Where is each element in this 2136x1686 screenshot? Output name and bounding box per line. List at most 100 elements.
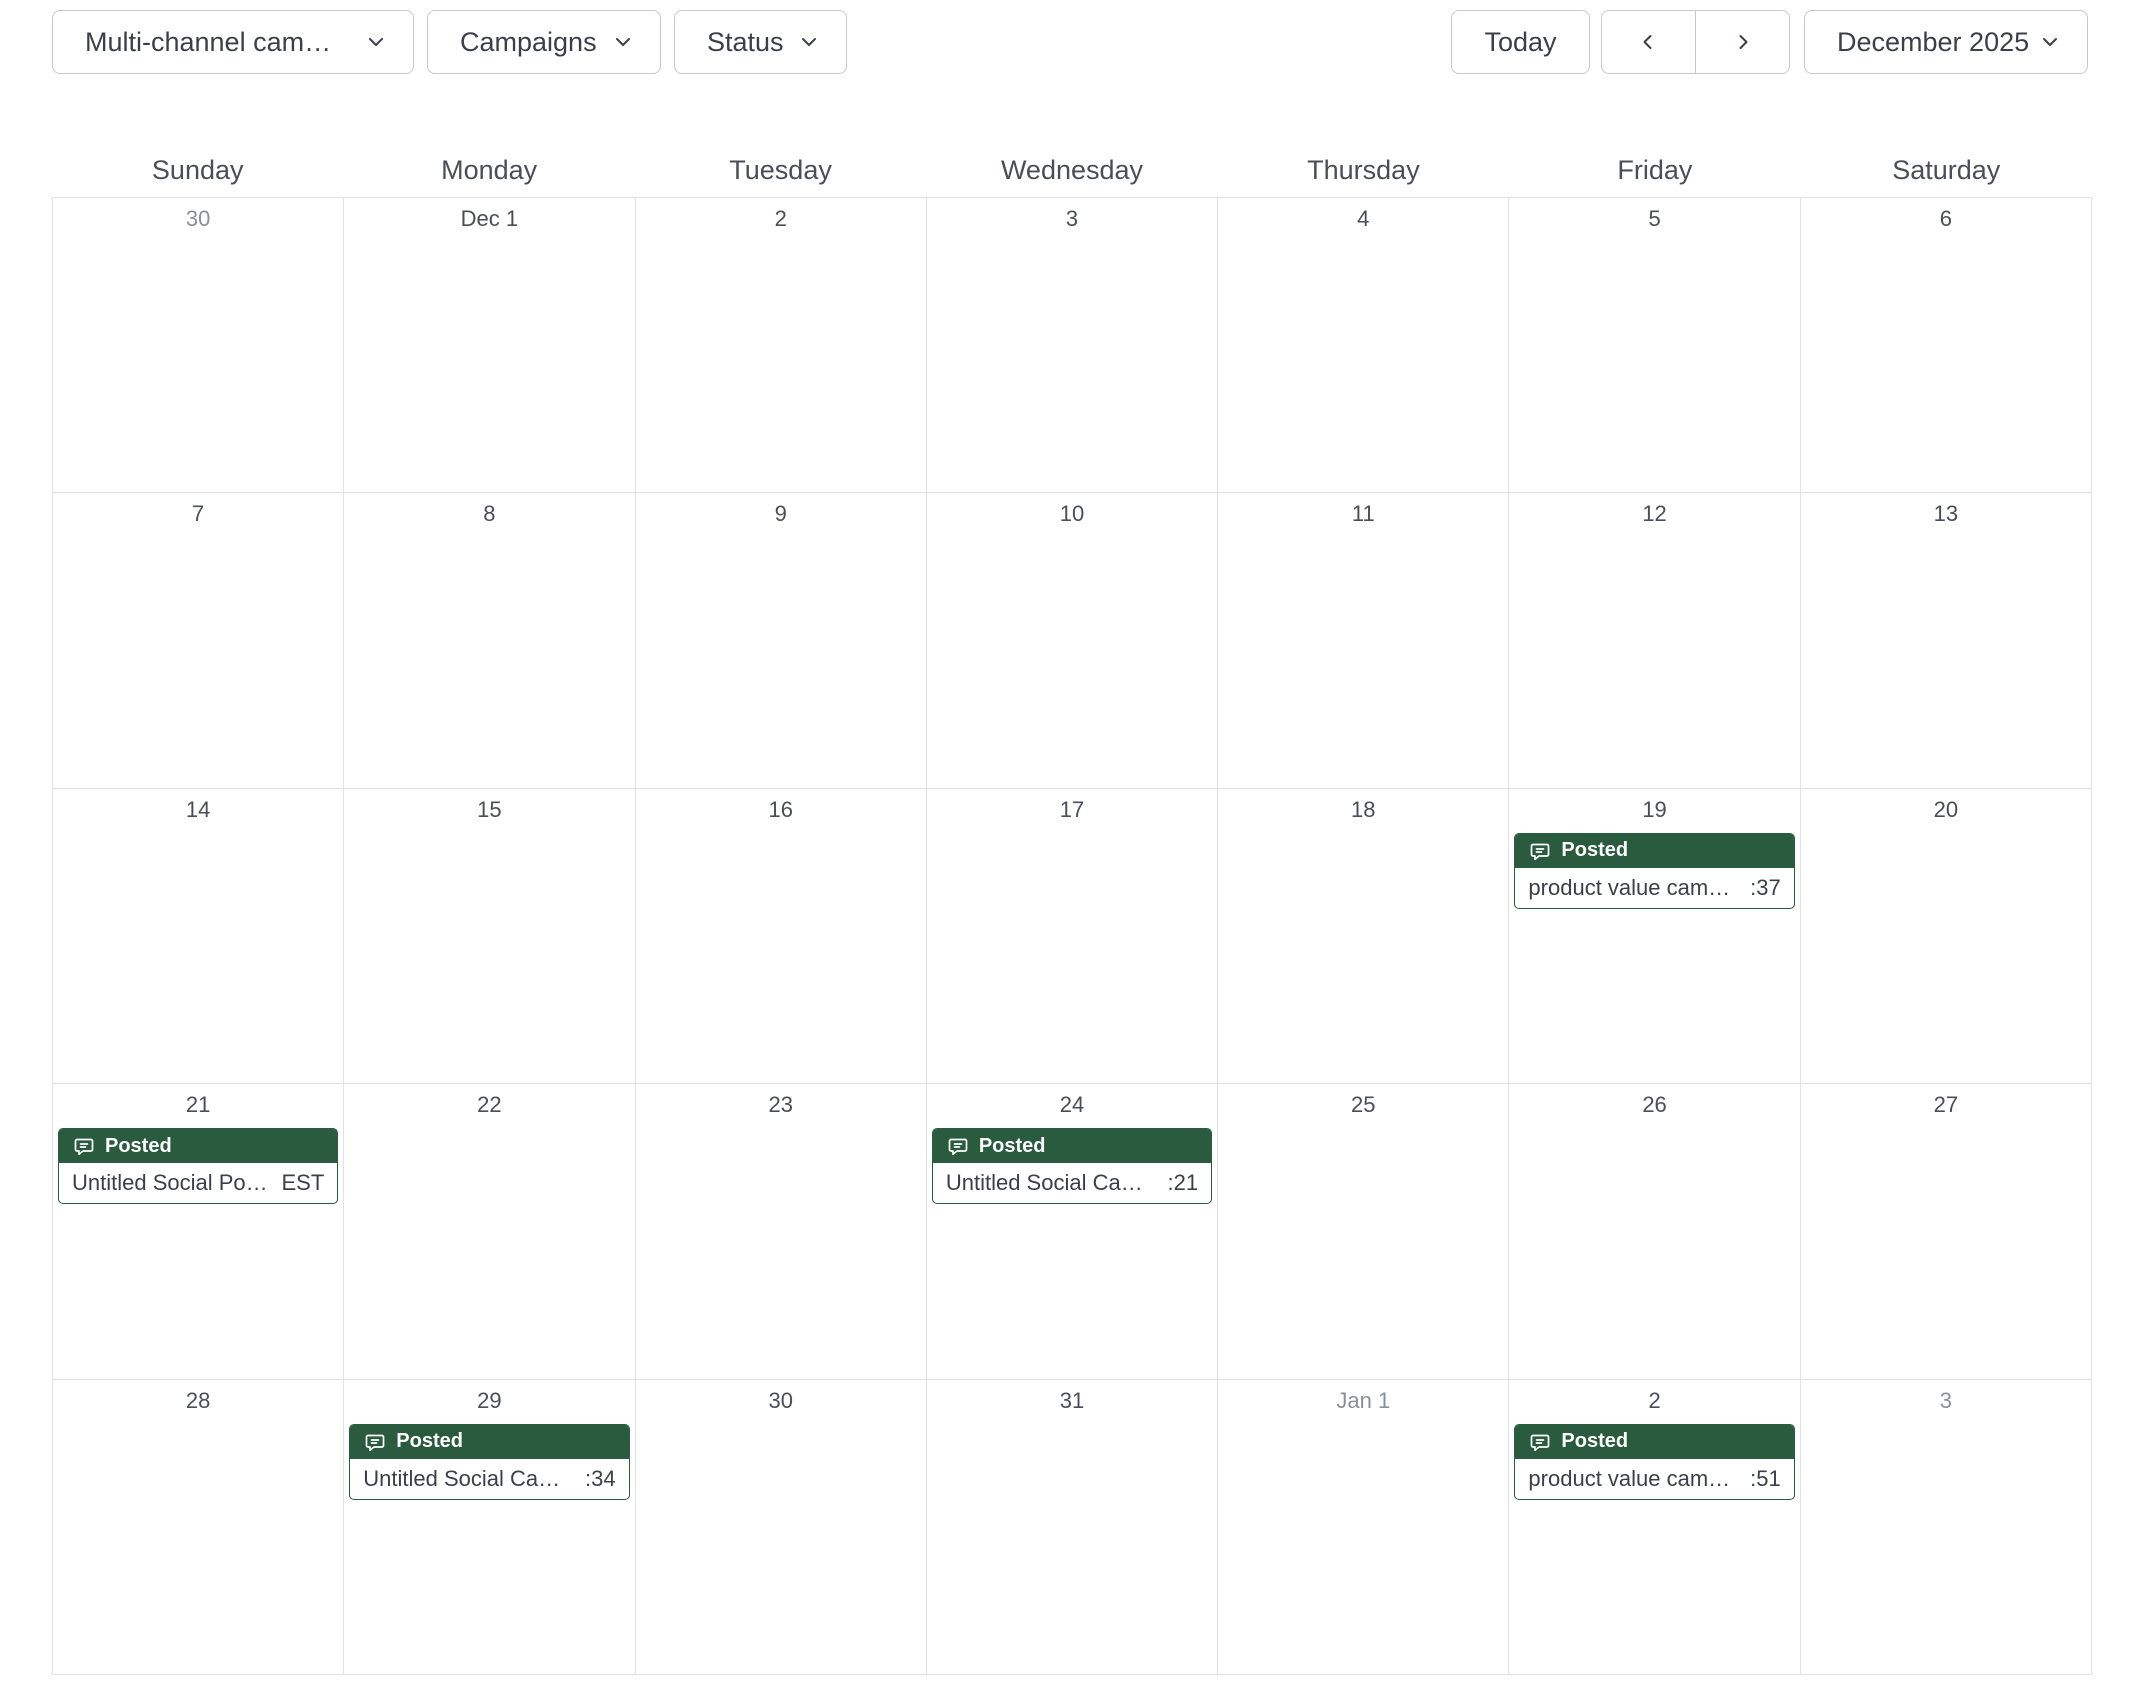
calendar-day-cell[interactable]: 5 bbox=[1509, 198, 1801, 494]
event-time: :51 bbox=[1750, 1465, 1781, 1491]
day-number: 27 bbox=[1933, 1092, 1959, 1118]
event-time: :21 bbox=[1167, 1170, 1199, 1196]
event-body: product value cam… :51 bbox=[1515, 1459, 1793, 1499]
calendar-event[interactable]: Posted product value cam… :51 bbox=[1514, 1423, 1795, 1500]
next-month-button[interactable] bbox=[1696, 11, 1789, 73]
weekday-label: Wednesday bbox=[1000, 155, 1144, 185]
day-number: 7 bbox=[192, 501, 205, 527]
calendar-day-cell[interactable]: 10 bbox=[926, 493, 1219, 789]
event-status-bar: Posted bbox=[350, 1424, 629, 1459]
calendar-day-cell[interactable]: 8 bbox=[344, 493, 636, 789]
weekday-label: Sunday bbox=[151, 155, 244, 185]
calendar-day-cell[interactable]: 3 bbox=[1800, 1379, 2092, 1675]
calendar-day-cell[interactable]: 29 Posted Untitled Social Ca…:34 bbox=[344, 1379, 636, 1675]
month-navigation bbox=[1601, 10, 1790, 74]
chevron-down-icon bbox=[2043, 38, 2057, 46]
calendar-day-cell[interactable]: 2 bbox=[635, 198, 927, 494]
calendar-day-cell[interactable]: 15 bbox=[344, 788, 636, 1085]
calendar-day-cell[interactable]: 20 bbox=[1800, 788, 2092, 1085]
day-number: 4 bbox=[1357, 206, 1370, 231]
chevron-down-icon bbox=[802, 38, 816, 46]
campaigns-filter[interactable]: Campaigns bbox=[427, 10, 661, 74]
calendar-day-cell[interactable]: 16 bbox=[635, 788, 927, 1085]
chevron-down-icon bbox=[369, 38, 383, 46]
calendar-day-cell[interactable]: 2 Posted product value cam… :51 bbox=[1509, 1379, 1801, 1675]
day-number: 25 bbox=[1351, 1092, 1376, 1118]
calendar-day-cell[interactable]: 13 bbox=[1800, 493, 2092, 789]
day-number: 16 bbox=[768, 796, 793, 822]
calendar-event[interactable]: Posted product value cam…:37 bbox=[1514, 832, 1795, 909]
calendar-day-cell[interactable]: 18 bbox=[1218, 788, 1510, 1085]
event-title: Untitled Social Ca… bbox=[945, 1170, 1143, 1196]
event-title: Untitled Social Po… bbox=[72, 1170, 268, 1196]
calendar-day-cell[interactable]: Jan 1 bbox=[1218, 1379, 1510, 1675]
day-number: 10 bbox=[1059, 501, 1085, 527]
calendar-day-cell[interactable]: 30 bbox=[635, 1379, 927, 1675]
calendar-page: Multi-channel cam… Campaigns Status Toda… bbox=[0, 0, 2136, 1686]
calendar-day-cell[interactable]: 23 bbox=[635, 1084, 927, 1380]
calendar-day-cell[interactable]: 22 bbox=[344, 1084, 636, 1380]
calendar-event[interactable]: Posted Untitled Social Ca… :21 bbox=[931, 1128, 1213, 1205]
calendar-day-cell[interactable]: 7 bbox=[53, 493, 345, 789]
calendar-day-cell[interactable]: 9 bbox=[635, 493, 927, 789]
chevron-right-icon bbox=[1739, 35, 1748, 49]
month-selector[interactable]: December 2025 bbox=[1804, 10, 2088, 74]
month-selector-label: December 2025 bbox=[1837, 26, 2030, 57]
event-status-bar: Posted bbox=[1515, 1424, 1794, 1459]
calendar-day-cell[interactable]: 14 bbox=[53, 788, 345, 1085]
event-status-bar: Posted bbox=[932, 1129, 1212, 1164]
calendar-event[interactable]: Posted Untitled Social Po… EST bbox=[58, 1128, 339, 1205]
day-number: 28 bbox=[185, 1387, 211, 1413]
event-title: Untitled Social Ca… bbox=[363, 1465, 561, 1491]
day-number: 19 bbox=[1642, 796, 1667, 822]
chevron-left-icon bbox=[1643, 35, 1652, 49]
day-number: Jan 1 bbox=[1336, 1387, 1391, 1413]
campaign-type-filter[interactable]: Multi-channel cam… bbox=[52, 10, 414, 74]
day-number: 3 bbox=[1939, 1387, 1952, 1413]
calendar-day-cell[interactable]: 6 bbox=[1800, 198, 2092, 494]
calendar-day-cell[interactable]: 31 bbox=[926, 1379, 1219, 1675]
event-time: :34 bbox=[584, 1465, 616, 1491]
event-body: Untitled Social Po… EST bbox=[59, 1163, 337, 1203]
event-status-bar: Posted bbox=[59, 1129, 338, 1164]
calendar-day-cell[interactable]: 12 bbox=[1509, 493, 1801, 789]
calendar-day-cell[interactable]: 27 bbox=[1800, 1084, 2092, 1380]
campaigns-filter-label: Campaigns bbox=[460, 26, 597, 57]
calendar-grid: 30 Dec 1 2 3 4 5 6 7 8 9 10 11 12 13 14 15 16 17 18 19 Poste… bbox=[52, 197, 2092, 1675]
calendar-day-cell[interactable]: 19 Posted product value cam…:37 bbox=[1509, 788, 1801, 1085]
calendar-day-cell[interactable]: 25 bbox=[1218, 1084, 1510, 1380]
day-number: 8 bbox=[483, 501, 496, 527]
calendar-day-cell[interactable]: 3 bbox=[926, 198, 1219, 494]
calendar-day-cell[interactable]: 26 bbox=[1509, 1084, 1801, 1380]
weekday-label: Thursday bbox=[1307, 155, 1420, 185]
today-button[interactable]: Today bbox=[1451, 10, 1590, 74]
calendar-day-cell[interactable]: 4 bbox=[1218, 198, 1510, 494]
day-number: 15 bbox=[477, 796, 502, 822]
calendar-day-cell[interactable]: 21 Posted Untitled Social Po… EST bbox=[53, 1084, 345, 1380]
calendar-day-cell[interactable]: Dec 1 bbox=[344, 198, 636, 494]
calendar-day-cell[interactable]: 30 bbox=[53, 198, 345, 494]
comment-icon bbox=[1531, 843, 1550, 860]
calendar-day-cell[interactable]: 24 Posted Untitled Social Ca… :21 bbox=[926, 1084, 1219, 1380]
calendar-day-cell[interactable]: 17 bbox=[926, 788, 1219, 1085]
calendar-event[interactable]: Posted Untitled Social Ca… :34 bbox=[349, 1423, 630, 1500]
day-number: 30 bbox=[768, 1387, 793, 1413]
previous-month-button[interactable] bbox=[1602, 11, 1695, 73]
weekday-label: Friday bbox=[1617, 155, 1693, 185]
day-number: 2 bbox=[1648, 1387, 1661, 1413]
status-filter[interactable]: Status bbox=[674, 10, 847, 74]
day-number: 17 bbox=[1059, 796, 1085, 822]
weekday-label: Tuesday bbox=[729, 155, 832, 185]
event-body: product value cam…:37 bbox=[1515, 868, 1793, 908]
today-button-label: Today bbox=[1484, 26, 1557, 57]
calendar-day-cell[interactable]: 11 bbox=[1218, 493, 1510, 789]
comment-icon bbox=[1531, 1434, 1550, 1451]
event-body: Untitled Social Ca… :21 bbox=[933, 1163, 1211, 1203]
day-number: 21 bbox=[185, 1092, 211, 1118]
day-number: 24 bbox=[1059, 1092, 1085, 1118]
event-status: Posted bbox=[105, 1134, 172, 1157]
event-title: product value cam… bbox=[1528, 1465, 1731, 1491]
campaign-type-filter-label: Multi-channel cam… bbox=[85, 26, 332, 57]
day-number: 30 bbox=[185, 206, 211, 231]
calendar-day-cell[interactable]: 28 bbox=[53, 1379, 345, 1675]
